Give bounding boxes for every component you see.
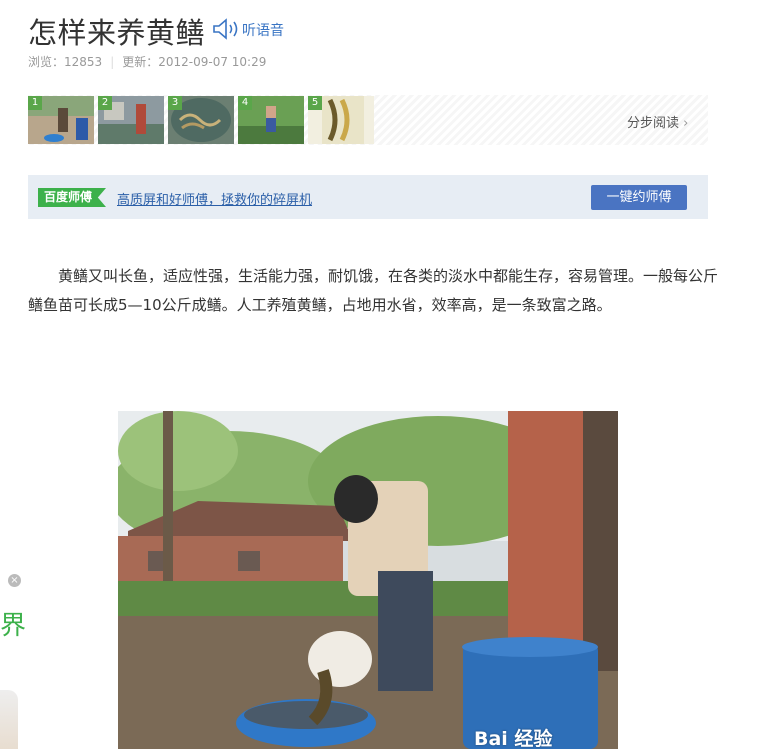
step-number: 5: [308, 96, 322, 110]
article-meta: 浏览：12853 | 更新：2012-09-07 10:29: [28, 53, 266, 70]
step-thumbnail[interactable]: 3: [168, 96, 234, 144]
intro-paragraph: 黄鳝又叫长鱼，适应性强，生活能力强，耐饥饿，在各类的淡水中都能生存，容易管理。一…: [28, 267, 719, 314]
step-number: 3: [168, 96, 182, 110]
step-read-label: 分步阅读: [627, 116, 680, 131]
step-thumbnail[interactable]: 5: [308, 96, 374, 144]
step-number: 1: [28, 96, 42, 110]
page-title: 怎样来养黄鳝: [28, 16, 206, 50]
step-thumbnail[interactable]: 1: [28, 96, 94, 144]
step-number: 4: [238, 96, 252, 110]
side-ad-text: 界: [0, 611, 27, 641]
update-time: 更新：2012-09-07 10:29: [122, 55, 267, 69]
close-icon[interactable]: ×: [8, 574, 21, 587]
speaker-icon[interactable]: [212, 18, 242, 40]
side-ad-figure: [0, 690, 18, 749]
step-read-link[interactable]: 分步阅读 ›: [627, 112, 688, 131]
step-thumbnail[interactable]: 4: [238, 96, 304, 144]
banner-tag: 百度师傅: [38, 188, 106, 207]
listen-button[interactable]: 听语音: [242, 20, 284, 40]
meta-divider: |: [110, 55, 115, 69]
book-master-button[interactable]: 一键约师傅: [591, 185, 687, 210]
banner-link[interactable]: 高质屏和好师傅，拯救你的碎屏机: [117, 189, 312, 208]
watermark-logo: Bai 经验: [474, 728, 553, 750]
step-number: 2: [98, 96, 112, 110]
farm-scene-image: [118, 411, 618, 749]
view-count: 浏览：12853: [28, 55, 103, 69]
chevron-right-icon: ›: [683, 116, 689, 131]
step-thumbnail[interactable]: 2: [98, 96, 164, 144]
article-photo: [118, 411, 618, 749]
